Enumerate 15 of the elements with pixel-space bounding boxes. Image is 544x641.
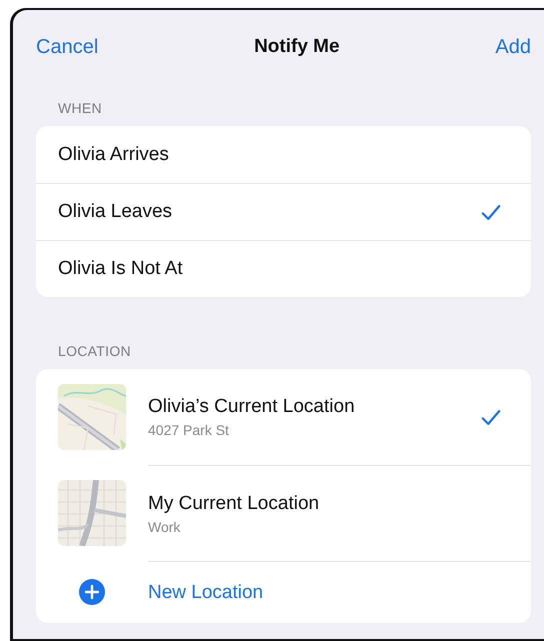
section-header: WHEN xyxy=(57,100,103,118)
add-button[interactable]: Add xyxy=(495,36,531,58)
new-location-button[interactable]: New Location xyxy=(148,582,264,604)
option-row[interactable]: Olivia Arrives xyxy=(36,126,531,183)
option-row[interactable]: Olivia Is Not At xyxy=(36,240,531,297)
location-subtitle: Work xyxy=(148,518,182,534)
location-title: My Current Location xyxy=(148,492,320,514)
option-row[interactable]: Olivia Leaves xyxy=(36,183,531,240)
location-row[interactable]: My Current Location Work xyxy=(36,465,531,561)
sheet-title: Notify Me xyxy=(254,36,340,58)
location-row[interactable]: Olivia’s Current Location 4027 Park St xyxy=(36,369,531,465)
location-subtitle: 4027 Park St xyxy=(148,422,230,438)
section-header: LOCATION xyxy=(57,343,132,361)
cancel-button[interactable]: Cancel xyxy=(36,36,98,58)
location-title: Olivia’s Current Location xyxy=(148,396,356,418)
